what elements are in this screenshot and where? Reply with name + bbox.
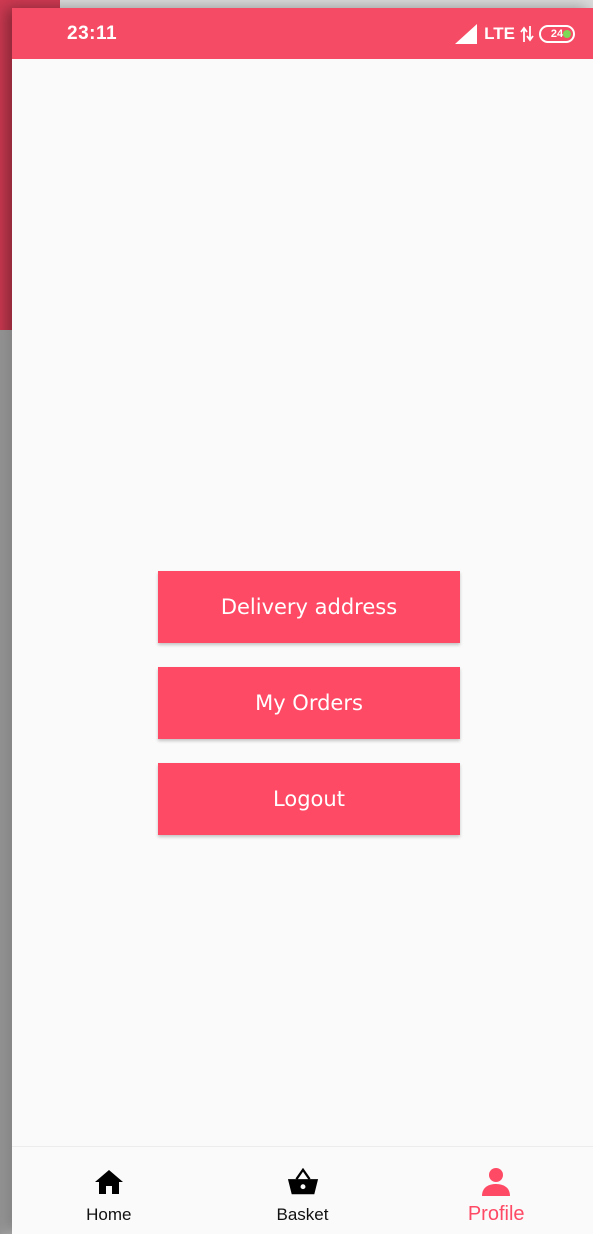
- battery-level: 24: [550, 27, 564, 40]
- bottom-navigation: Home Basket Profile: [12, 1146, 593, 1234]
- logout-button[interactable]: Logout: [158, 763, 460, 835]
- signal-icon: [455, 24, 478, 44]
- nav-item-basket[interactable]: Basket: [206, 1147, 400, 1234]
- data-transfer-icon: [520, 26, 534, 42]
- my-orders-button[interactable]: My Orders: [158, 667, 460, 739]
- basket-icon: [287, 1167, 319, 1197]
- app-window: 23:11 LTE 24 Delivery address My Orders …: [12, 8, 593, 1234]
- status-bar: 23:11 LTE 24: [12, 8, 593, 59]
- nav-label-basket: Basket: [276, 1205, 329, 1224]
- status-time: 23:11: [67, 23, 118, 44]
- delivery-address-button[interactable]: Delivery address: [158, 571, 460, 643]
- charging-dot: [563, 30, 571, 38]
- battery-icon: 24: [539, 25, 575, 43]
- network-type: LTE: [484, 24, 515, 43]
- nav-label-home: Home: [86, 1205, 132, 1224]
- nav-item-home[interactable]: Home: [12, 1147, 206, 1234]
- profile-menu: Delivery address My Orders Logout: [158, 571, 460, 859]
- home-icon: [93, 1167, 125, 1197]
- nav-item-profile[interactable]: Profile: [399, 1147, 593, 1234]
- person-icon: [480, 1167, 512, 1197]
- status-indicators: LTE 24: [453, 22, 575, 46]
- nav-label-profile: Profile: [467, 1203, 525, 1225]
